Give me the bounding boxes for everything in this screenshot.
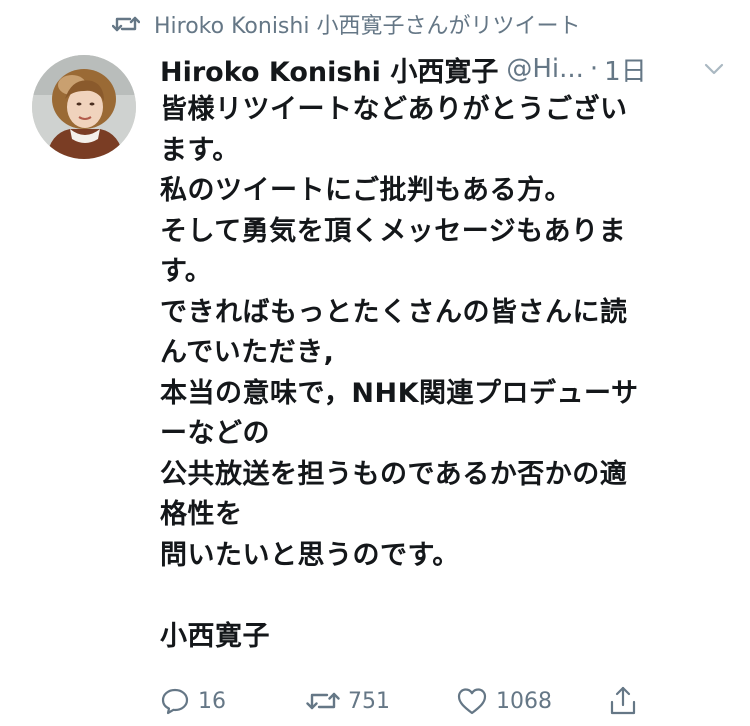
timestamp[interactable]: 1日: [604, 51, 647, 88]
reply-button[interactable]: 16: [160, 684, 226, 718]
share-icon: [610, 686, 636, 715]
tweet-header: Hiroko Konishi 小西寛子 @Hi... · 1日: [160, 50, 726, 88]
retweet-icon: [111, 13, 141, 35]
tweet-line: んでいただき,: [160, 337, 335, 368]
retweet-icon: [306, 692, 340, 710]
tweet-line: そして勇気を頂くメッセージもありま: [160, 215, 627, 247]
tweet-line: 皆様リツイートなどありがとうござい: [160, 94, 628, 125]
tweet-line: できればもっとたくさんの皆さんに読: [160, 296, 628, 328]
avatar[interactable]: [32, 55, 136, 159]
tweet-line: 問いたいと思うのです。: [160, 539, 460, 571]
tweet-line: ます。: [160, 134, 240, 166]
share-button[interactable]: [608, 684, 646, 718]
reply-icon: [161, 688, 189, 715]
retweet-button[interactable]: 751: [306, 684, 390, 718]
retweet-context[interactable]: Hiroko Konishi 小西寛子さんがリツイート: [111, 8, 581, 40]
tweet-line: 格性を: [160, 499, 243, 530]
tweet-line: 私のツイートにご批判もある方。: [160, 175, 572, 206]
chevron-down-icon[interactable]: [702, 57, 726, 81]
reply-count: 16: [198, 688, 226, 714]
tweet-line: ーなどの: [160, 418, 270, 449]
tweet-actions: 16 751 1068: [160, 684, 640, 718]
author-name[interactable]: Hiroko Konishi 小西寛子: [160, 50, 498, 89]
author-handle[interactable]: @Hi...: [506, 54, 584, 84]
retweet-count: 751: [348, 688, 390, 714]
like-count: 1068: [496, 688, 552, 714]
heart-icon: [457, 688, 487, 715]
retweet-context-text: Hiroko Konishi 小西寛子さんがリツイート: [154, 14, 581, 39]
tweet-line: 公共放送を担うものであるか否かの適: [160, 458, 628, 490]
tweet-line: す。: [160, 256, 213, 287]
separator-dot: ·: [589, 54, 599, 84]
tweet-signature: 小西寛子: [160, 620, 270, 652]
tweet-line: 本当の意味で，NHK関連プロデューサ: [160, 377, 639, 409]
like-button[interactable]: 1068: [456, 684, 552, 718]
tweet-text: 皆様リツイートなどありがとうござい ます。 私のツイートにご批判もある方。 そし…: [160, 90, 730, 657]
